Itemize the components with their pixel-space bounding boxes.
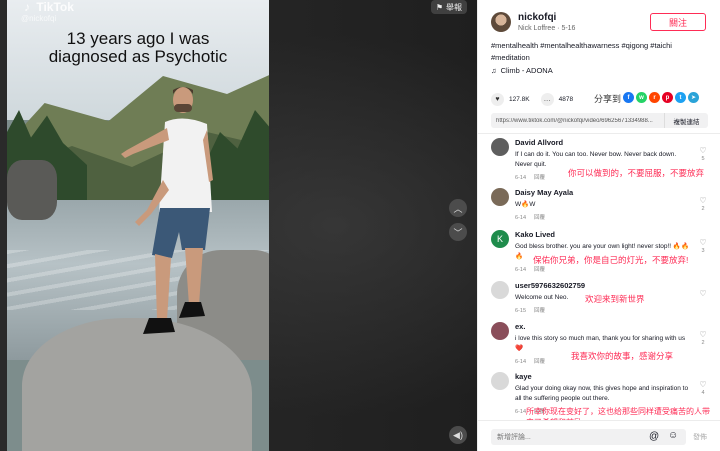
comment-date: 6-14 [515,359,527,365]
comment-text: Glad your doing okay now, this gives hop… [515,385,689,402]
like-icon[interactable]: ♥ [491,93,504,106]
chevron-down-icon: ﹀ [453,227,463,238]
heart-outline-icon: ♡ [699,380,707,389]
video-stage: 13 years ago I was diagnosed as Psychoti… [0,0,477,451]
mention-icon[interactable]: @ [649,431,659,442]
reply-button[interactable]: 回覆 [534,175,545,181]
copy-link-button[interactable]: 複製連結 [664,113,708,128]
commenter-avatar[interactable] [491,281,509,299]
comment-like-button[interactable]: ♡ 2 [698,330,708,346]
comment-like-count: 4 [701,390,705,396]
reply-button[interactable]: 回覆 [534,308,545,314]
flag-icon: ⚑ [435,2,443,12]
comment-date: 6-14 [515,267,527,273]
commenter-avatar[interactable] [491,188,509,206]
comment-translation: 我喜欢你的故事，感谢分享 [571,351,674,361]
comment-like-button[interactable]: ♡ [698,289,708,299]
share-label: 分享到 [594,94,622,104]
follow-button[interactable]: 關注 [650,13,706,31]
comment-like-button[interactable]: ♡ 4 [698,380,708,396]
previous-video-button[interactable]: ︿ [449,199,467,217]
commenter-avatar[interactable]: K [491,230,509,248]
speaker-icon: ◀) [453,429,463,440]
comment-like-button[interactable]: ♡ 5 [698,146,708,162]
author-info[interactable]: nickofqi Nick Loffree · 5-16 [491,12,575,32]
heart-outline-icon: ♡ [699,330,707,339]
comment-date: 6-14 [515,409,527,415]
commenter-name[interactable]: user5976632602759 [515,281,695,290]
heart-outline-icon: ♡ [699,289,707,298]
comment-date: 6-14 [515,175,527,181]
comment-like-button[interactable]: ♡ 3 [698,238,708,254]
reply-button[interactable]: 回覆 [534,267,545,273]
emoji-icon[interactable]: ☺ [668,430,678,441]
twitter-icon[interactable]: t [675,92,686,103]
comment-date: 6-14 [515,215,527,221]
author-username[interactable]: nickofqi [518,12,575,23]
commenter-name[interactable]: ex. [515,322,695,331]
heart-outline-icon: ♡ [699,238,707,247]
comment-text: W🔥W [515,201,536,208]
comment-item: Daisy May Ayala W🔥W 6-14 回覆 ♡ 2 [491,188,716,228]
pinterest-icon[interactable]: p [662,92,673,103]
chevron-up-icon: ︿ [453,203,463,214]
reply-button[interactable]: 回覆 [534,359,545,365]
commenter-name[interactable]: David Allvord [515,138,695,147]
comment-translation: 所幸你现在变好了，这也给那些同样遭受痛苦的人带来了希望和鼓励 [526,407,710,420]
author-meta: Nick Loffree · 5-16 [518,25,576,32]
tiktok-watermark-handle: @nickofqi [21,14,57,23]
comment-translation: 欢迎来到新世界 [585,294,645,304]
whatsapp-icon[interactable]: w [636,92,647,103]
heart-outline-icon: ♡ [699,196,707,205]
mute-button[interactable]: ◀) [449,426,467,444]
report-button[interactable]: ⚑ 舉報 [430,0,467,14]
commenter-name[interactable]: Daisy May Ayala [515,188,695,197]
info-panel: nickofqi Nick Loffree · 5-16 關注 #mentalh… [477,0,720,451]
music-link[interactable]: ♫ Climb - ADONA [491,66,553,75]
post-comment-button[interactable]: 發佈 [693,432,707,442]
commenter-avatar[interactable] [491,372,509,390]
like-count: 127.8K [509,96,530,103]
video-hashtags[interactable]: #mentalhealth #mentalhealthawarness #qig… [491,40,711,64]
share-icons: f w r p t ➤ [623,92,699,103]
video-stats: ♥ 127.8K … 4878 [491,93,573,106]
commenter-name[interactable]: Kako Lived [515,230,695,239]
comment-count: 4878 [558,96,574,103]
music-note-icon: ♫ [491,66,497,75]
comment-translation: 你可以做到的，不要屈服，不要放弃 [568,168,705,178]
comment-item: K Kako Lived God bless brother. you are … [491,230,716,276]
author-avatar[interactable] [491,12,511,32]
comment-footer: @ ☺ 發佈 [478,420,720,451]
telegram-icon[interactable]: ➤ [688,92,699,103]
comment-item: David Allvord If I can do it. You can to… [491,138,716,188]
commenter-name[interactable]: kaye [515,372,695,381]
comment-item: ex. i love this story so much man, thank… [491,322,716,370]
share-link-row: https://www.tiktok.com/@nickofqi/video/6… [491,113,708,128]
comment-icon[interactable]: … [540,93,554,106]
comment-like-count: 2 [701,340,705,346]
heart-outline-icon: ♡ [699,146,707,155]
comment-date: 6-15 [515,308,527,314]
comment-list[interactable]: David Allvord If I can do it. You can to… [478,134,720,420]
reply-button[interactable]: 回覆 [534,215,545,221]
comment-like-count: 3 [701,248,705,254]
commenter-avatar[interactable] [491,322,509,340]
tiktok-watermark-text: TikTok [36,0,74,14]
share-link-url[interactable]: https://www.tiktok.com/@nickofqi/video/6… [496,118,664,124]
commenter-avatar[interactable] [491,138,509,156]
facebook-icon[interactable]: f [623,92,634,103]
comment-like-count: 5 [701,156,705,162]
tiktok-watermark: ♪ TikTok [21,0,74,14]
video-player[interactable]: 13 years ago I was diagnosed as Psychoti… [7,0,269,451]
video-caption-line2: diagnosed as Psychotic [48,47,228,66]
comment-like-count: 2 [701,206,705,212]
comment-like-button[interactable]: ♡ 2 [698,196,708,212]
tiktok-logo-icon: ♪ [24,0,30,14]
music-title: Climb - ADONA [500,66,553,75]
comment-translation: 保佑你兄弟，你是自己的灯光，不要放弃! [533,255,689,265]
next-video-button[interactable]: ﹀ [449,223,467,241]
reddit-icon[interactable]: r [649,92,660,103]
report-label: 舉報 [446,2,462,12]
